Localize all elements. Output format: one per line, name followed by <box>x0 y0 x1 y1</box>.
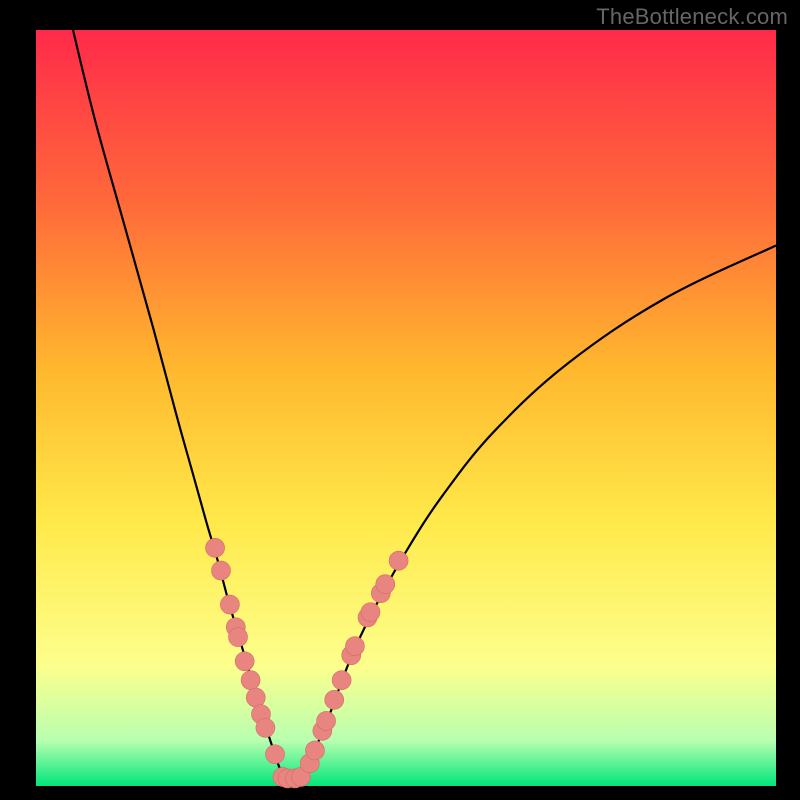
bottleneck-chart <box>0 0 800 800</box>
data-marker <box>235 652 254 671</box>
data-marker <box>266 745 285 764</box>
watermark-text: TheBottleneck.com <box>596 4 788 30</box>
data-marker <box>376 575 395 594</box>
data-marker <box>229 628 248 647</box>
data-marker <box>305 741 324 760</box>
data-marker <box>345 637 364 656</box>
data-marker <box>212 561 231 580</box>
data-marker <box>389 551 408 570</box>
data-marker <box>332 671 351 690</box>
data-marker <box>361 603 380 622</box>
data-marker <box>317 711 336 730</box>
data-marker <box>206 538 225 557</box>
chart-container: { "watermark": "TheBottleneck.com", "col… <box>0 0 800 800</box>
data-marker <box>220 595 239 614</box>
data-marker <box>256 718 275 737</box>
data-marker <box>241 671 260 690</box>
data-marker <box>325 690 344 709</box>
plot-area <box>36 30 776 786</box>
data-marker <box>246 688 265 707</box>
